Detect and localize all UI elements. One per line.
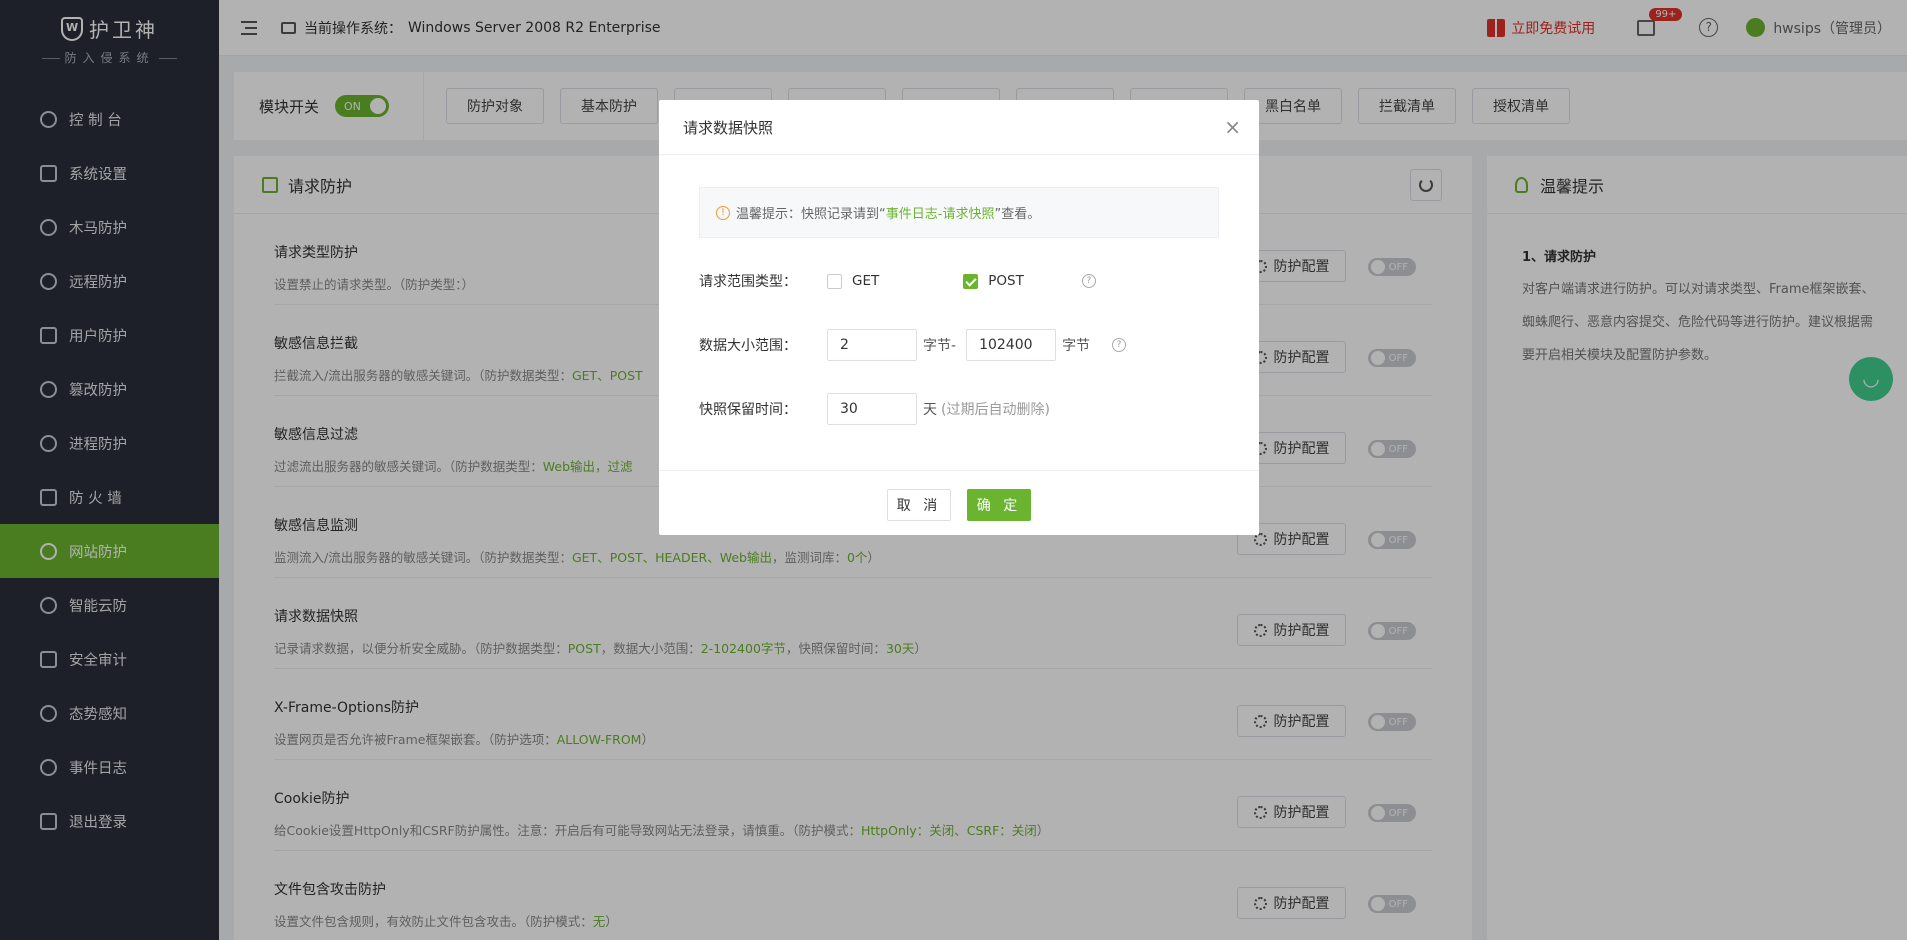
- retention-input[interactable]: 30: [827, 393, 917, 425]
- request-type-row: 请求范围类型： GET POST ?: [699, 271, 1096, 291]
- retention-row: 快照保留时间： 30 天 (过期后自动删除): [699, 393, 1050, 425]
- post-label: POST: [988, 273, 1024, 289]
- notice-prefix: 温馨提示：快照记录请到“: [736, 207, 886, 222]
- dialog-title: 请求数据快照: [683, 118, 774, 137]
- dialog-footer: 取 消 确 定: [659, 470, 1259, 535]
- size-range-row: 数据大小范围： 2 字节- 102400 字节 ?: [699, 329, 1127, 361]
- notice-box: ! 温馨提示：快照记录请到“ 事件日志-请求快照 ”查看。: [699, 187, 1219, 238]
- size-min-unit: 字节-: [923, 338, 957, 354]
- size-max-unit: 字节: [1062, 338, 1091, 354]
- retention-label: 快照保留时间：: [699, 402, 797, 418]
- size-min-input[interactable]: 2: [827, 329, 917, 361]
- post-checkbox[interactable]: POST: [963, 273, 1024, 289]
- confirm-button[interactable]: 确 定: [967, 489, 1031, 521]
- close-icon[interactable]: ×: [1224, 115, 1241, 139]
- warning-icon: !: [716, 205, 730, 220]
- request-type-label: 请求范围类型：: [699, 274, 797, 290]
- retention-hint: (过期后自动删除): [941, 402, 1050, 418]
- notice-suffix: ”查看。: [994, 207, 1041, 222]
- get-label: GET: [852, 273, 880, 289]
- size-range-label: 数据大小范围：: [699, 338, 797, 354]
- retention-unit: 天: [923, 402, 937, 418]
- snapshot-dialog: 请求数据快照 × ! 温馨提示：快照记录请到“ 事件日志-请求快照 ”查看。 请求范…: [659, 100, 1259, 535]
- size-max-input[interactable]: 102400: [966, 329, 1057, 361]
- get-checkbox-box[interactable]: [827, 273, 842, 289]
- help-icon[interactable]: ?: [1081, 274, 1096, 288]
- cancel-button[interactable]: 取 消: [887, 489, 951, 521]
- post-checkbox-box[interactable]: [963, 273, 979, 289]
- help-icon[interactable]: ?: [1112, 338, 1127, 352]
- get-checkbox[interactable]: GET: [827, 273, 879, 289]
- dialog-header: 请求数据快照 ×: [659, 100, 1259, 155]
- notice-link[interactable]: 事件日志-请求快照: [886, 203, 995, 222]
